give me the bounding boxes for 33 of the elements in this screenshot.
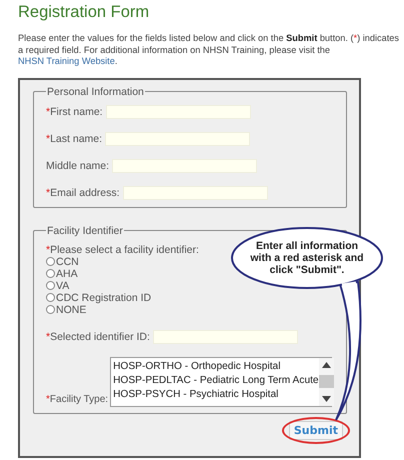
scroll-down-icon[interactable] [322,396,331,402]
intro-text: Please enter the values for the fields listed below and click on the Submit button. (*) indicates a required field. For additional information on NHSN Training, please visit the NHSN Training Website. [18,33,400,68]
radio-button[interactable] [46,269,55,278]
scrollbar[interactable] [318,358,334,406]
scroll-up-icon[interactable] [322,362,331,368]
facility-type-list[interactable]: HOSP-ORTHO - Orthopedic Hospital HOSP-PEDLTAC - Pediatric Long Term Acute HOSP-PSYCH - Psychiatric Hospital [110,356,332,406]
field-label: Middle name: [46,160,110,172]
submit-button[interactable]: Submit [288,420,343,440]
callout-text: Enter all information with a red asterisk and click "Submit". [249,240,365,276]
field-label: *Selected identifier ID: [46,330,150,342]
radio-button[interactable] [46,257,55,266]
section-legend: Personal Information [46,86,145,98]
field-label: *Facility Type: [46,394,108,404]
training-link[interactable]: NHSN Training Website [18,56,115,66]
radio-button[interactable] [46,281,55,290]
highlight-ellipse [282,416,350,444]
radio-label[interactable]: AHA [56,268,78,280]
page-title: Registration Form [18,3,150,22]
field-label: *First name: [46,106,103,118]
field-label: *Email address: [46,186,120,198]
radio-button[interactable] [46,293,55,302]
radio-button[interactable] [46,305,55,314]
field-label: *Last name: [46,132,102,144]
radio-label[interactable]: CCN [56,256,79,268]
list-option[interactable]: HOSP-PSYCH - Psychiatric Hospital [113,388,319,402]
list-option[interactable]: HOSP-ORTHO - Orthopedic Hospital [113,360,319,374]
radio-label[interactable]: CDC Registration ID [56,292,152,304]
radio-label[interactable]: NONE [56,304,86,316]
section-legend: Facility Identifier [46,224,124,236]
list-option[interactable]: HOSP-PEDLTAC - Pediatric Long Term Acute [113,374,319,388]
scrollbar-thumb[interactable] [318,375,334,388]
field-label: *Please select a facility identifier: [46,244,199,256]
radio-label[interactable]: VA [56,280,70,292]
